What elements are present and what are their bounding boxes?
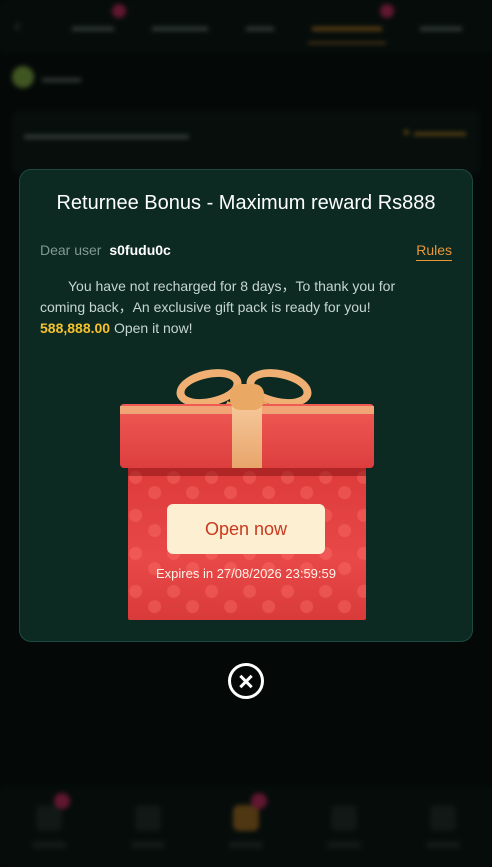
returnee-bonus-modal: Returnee Bonus - Maximum reward Rs888 De… (19, 169, 473, 642)
gift-bow-knot (230, 384, 264, 410)
message-cta: Open it now! (113, 320, 193, 336)
greeting: Dear user s0fudu0c (40, 242, 171, 258)
close-circle-icon[interactable] (228, 663, 264, 699)
gift-box-icon[interactable] (118, 363, 376, 622)
bonus-amount: 588,888.00 (40, 320, 111, 336)
message-text: You have not recharged for 8 days，To tha… (40, 278, 396, 315)
username: s0fudu0c (109, 242, 171, 258)
modal-title: Returnee Bonus - Maximum reward Rs888 (56, 192, 436, 214)
expiry-text: Expires in 27/08/2026 23:59:59 (156, 566, 336, 581)
gift-ribbon (232, 404, 262, 468)
open-now-button[interactable]: Open now (167, 504, 325, 554)
greeting-prefix: Dear user (40, 242, 102, 258)
bonus-message: You have not recharged for 8 days，To tha… (40, 276, 440, 339)
rules-link[interactable]: Rules (416, 242, 452, 261)
